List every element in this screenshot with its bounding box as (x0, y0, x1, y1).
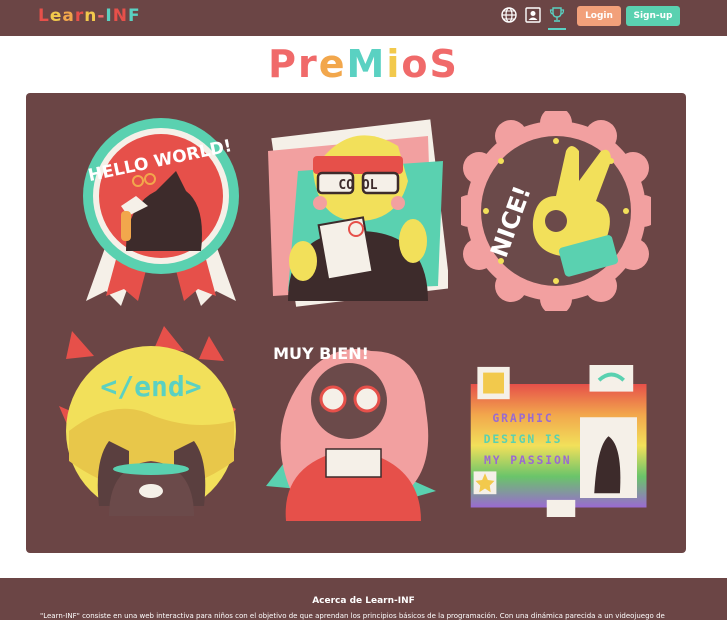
logo-letter: L (38, 6, 50, 26)
end-badge[interactable]: </end> (54, 321, 244, 521)
logo-letter: I (105, 6, 113, 26)
trophy-icon[interactable] (548, 6, 566, 24)
title-letter: S (429, 42, 459, 86)
logo-letter: - (97, 6, 106, 26)
title-letter: i (386, 42, 402, 86)
graphic-design-line-2: DESIGN IS (484, 432, 563, 446)
app-logo[interactable]: Learn-INF (38, 6, 141, 26)
nice-badge[interactable]: NICE! (461, 111, 651, 311)
title-letter: o (401, 42, 430, 86)
end-badge-text: </end> (100, 370, 201, 403)
profile-icon[interactable] (524, 6, 542, 24)
logo-letter: n (84, 6, 98, 26)
logo-letter: a (62, 6, 75, 26)
page-title: PreMioS (0, 42, 727, 86)
cool-badge-text: CO OL (338, 178, 377, 193)
logo-letter: e (49, 6, 63, 26)
logo-letter: N (112, 6, 128, 26)
hello-world-badge[interactable]: HELLO WORLD! (66, 111, 256, 311)
footer-text: "Learn-INF" consiste en una web interact… (40, 612, 665, 620)
title-letter: e (318, 42, 347, 86)
active-tab-indicator (548, 28, 566, 30)
muy-bien-badge-text: MUY BIEN! (273, 344, 369, 363)
title-letter: M (346, 42, 387, 86)
title-letter: P (268, 42, 298, 86)
top-navbar: Learn-INF Login Sign-up (0, 0, 727, 36)
logo-letter: F (127, 6, 141, 26)
badges-panel: HELLO WORLD! CO OL NICE! </end> MUY BIEN… (26, 93, 686, 553)
globe-icon[interactable] (500, 6, 518, 24)
footer-title: Acerca de Learn-INF (312, 596, 415, 606)
login-button[interactable]: Login (577, 6, 621, 26)
graphic-design-badge[interactable]: GRAPHIC DESIGN IS MY PASSION (466, 341, 656, 541)
muy-bien-badge[interactable]: MUY BIEN! (261, 321, 451, 521)
signup-button[interactable]: Sign-up (626, 6, 680, 26)
graphic-design-line-3: MY PASSION (484, 453, 572, 467)
logo-letter: r (74, 6, 85, 26)
graphic-design-line-1: GRAPHIC (492, 411, 553, 425)
title-letter: r (297, 42, 319, 86)
footer: Acerca de Learn-INF "Learn-INF" consiste… (0, 578, 727, 620)
cool-badge[interactable]: CO OL (258, 111, 448, 311)
